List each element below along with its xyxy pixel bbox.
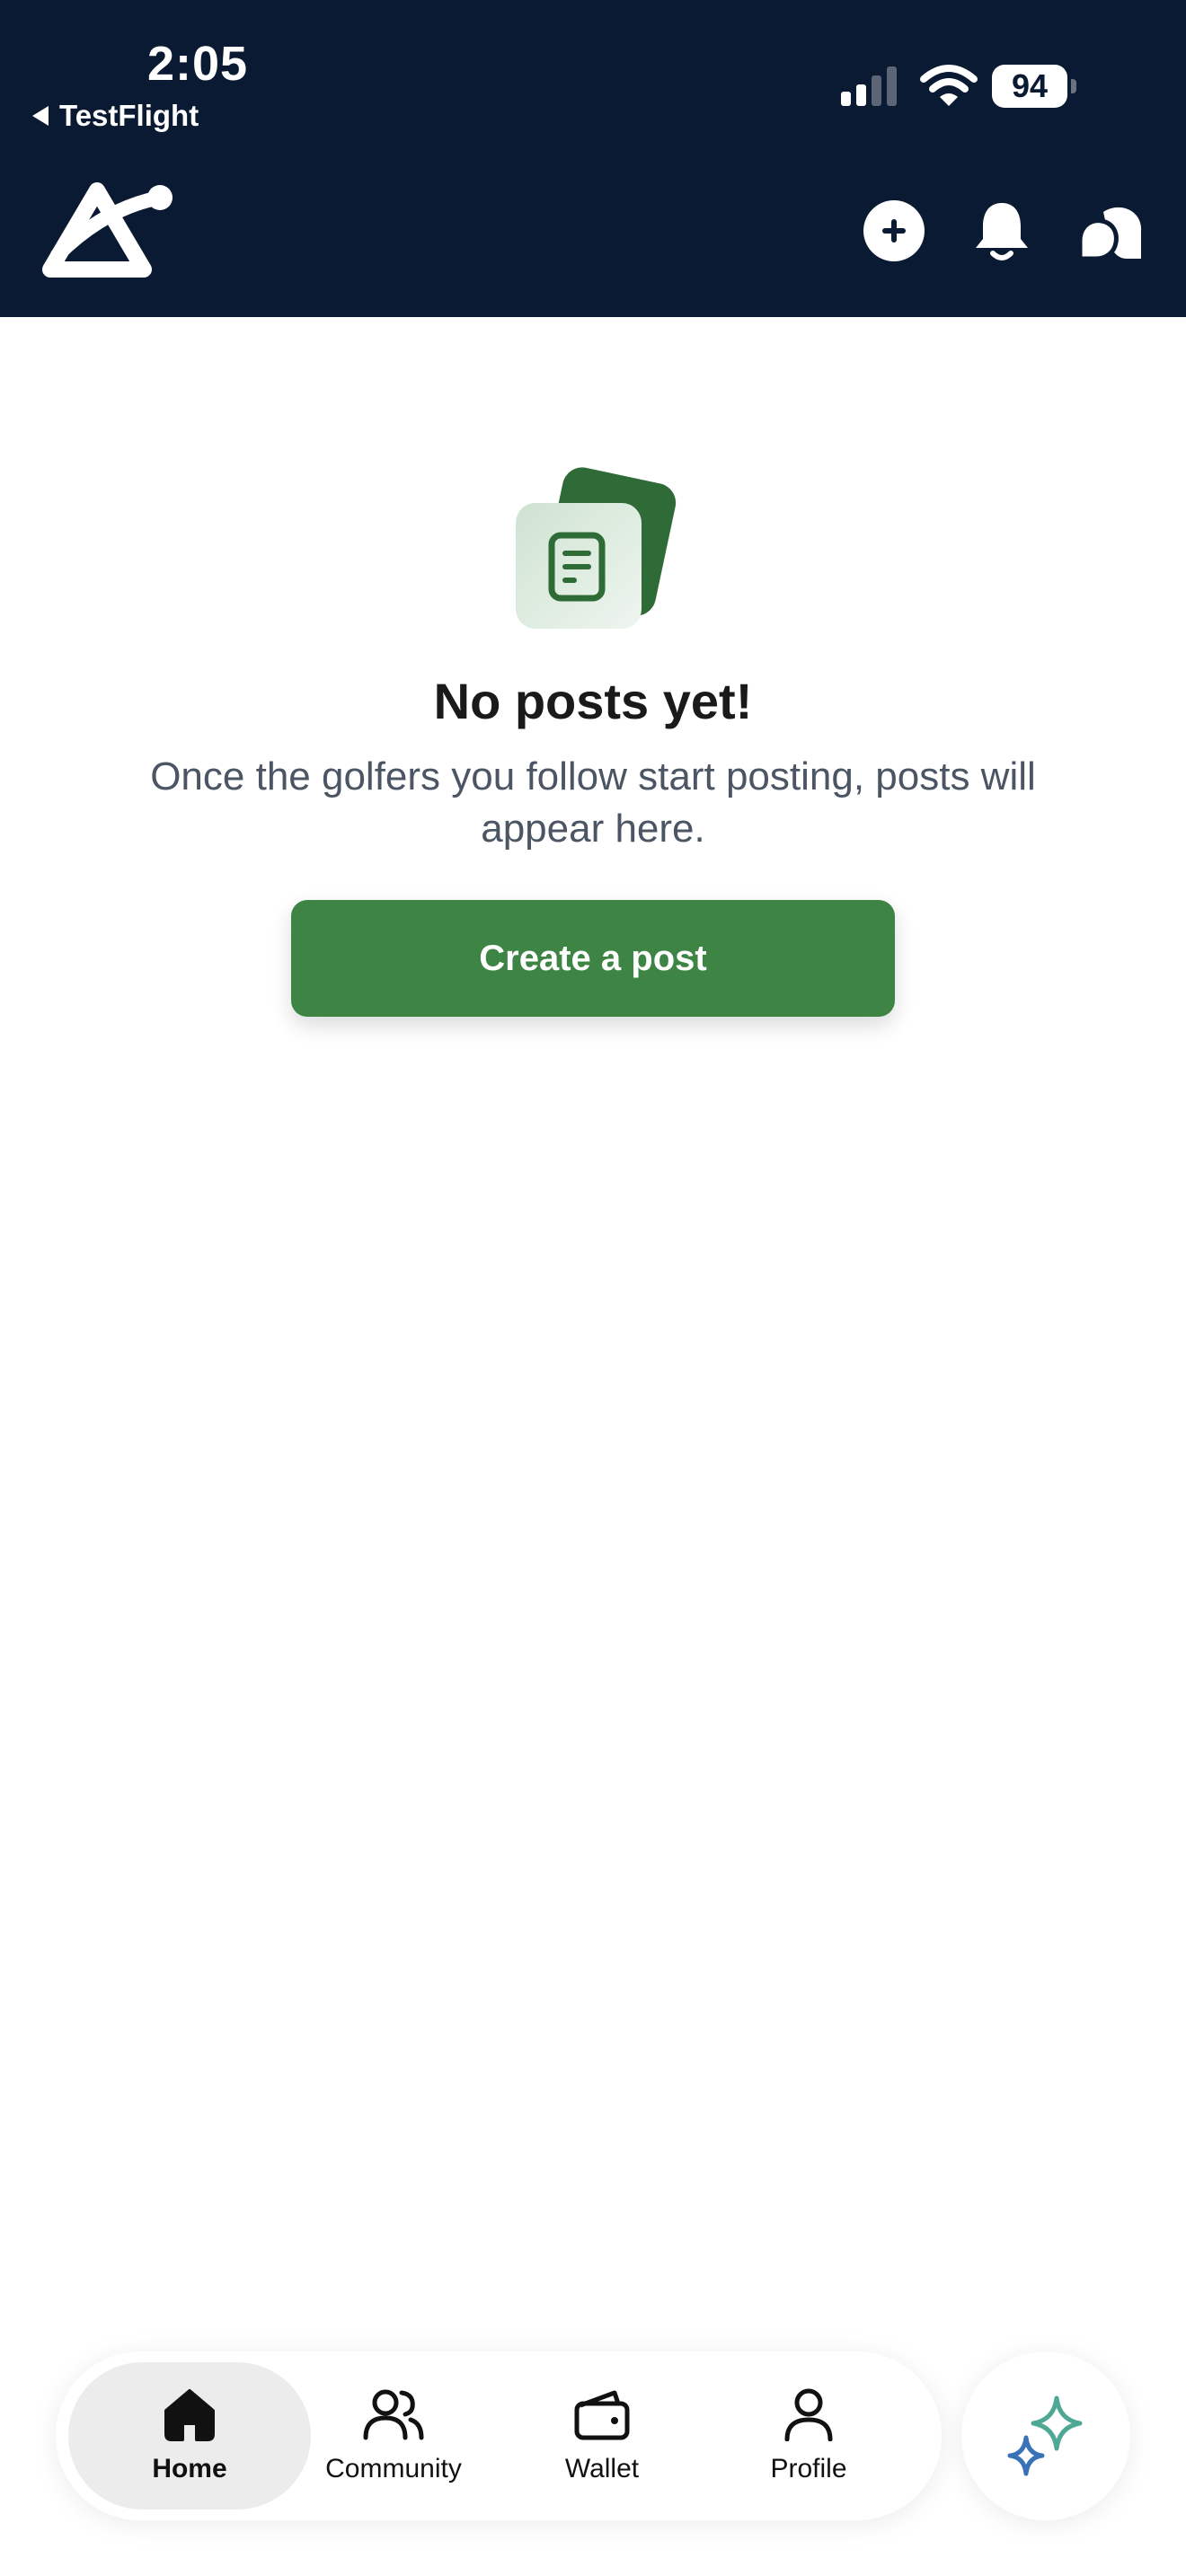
bell-icon[interactable] (970, 199, 1033, 262)
wifi-icon (920, 65, 978, 106)
plus-circle-icon[interactable] (863, 199, 925, 262)
back-triangle-icon (32, 106, 49, 126)
person-icon (784, 2388, 833, 2441)
people-icon (363, 2389, 424, 2440)
app-logo-icon[interactable] (40, 176, 174, 286)
tab-wallet[interactable]: Wallet (503, 2362, 701, 2510)
chat-bubbles-icon[interactable] (1076, 199, 1145, 262)
battery-nub (1071, 79, 1076, 93)
tab-wallet-label: Wallet (564, 2454, 640, 2483)
back-app-label: TestFlight (59, 99, 199, 132)
cellular-signal-icon (841, 66, 897, 106)
ai-assistant-button[interactable] (961, 2351, 1130, 2520)
sparkle-icon (1007, 2395, 1083, 2476)
tab-profile-label: Profile (770, 2454, 847, 2483)
tab-home[interactable]: Home (68, 2362, 311, 2510)
top-header: 2:05 TestFlight 94 (0, 0, 1186, 317)
tab-community[interactable]: Community (295, 2362, 492, 2510)
tab-profile[interactable]: Profile (710, 2362, 907, 2510)
bottom-tab-bar: Home Community Wallet Profile (56, 2351, 942, 2520)
tab-community-label: Community (325, 2454, 462, 2483)
status-time: 2:05 (147, 37, 249, 91)
empty-state-title: No posts yet! (433, 673, 753, 729)
battery-indicator: 94 (992, 65, 1067, 108)
empty-state-description: Once the golfers you follow start postin… (150, 754, 1036, 851)
tab-home-label: Home (152, 2454, 227, 2483)
home-icon (164, 2389, 215, 2441)
back-to-app-link[interactable]: TestFlight (32, 99, 199, 133)
create-post-button[interactable]: Create a post (291, 900, 895, 1017)
document-cards-icon (516, 467, 677, 629)
wallet-icon (574, 2390, 630, 2440)
